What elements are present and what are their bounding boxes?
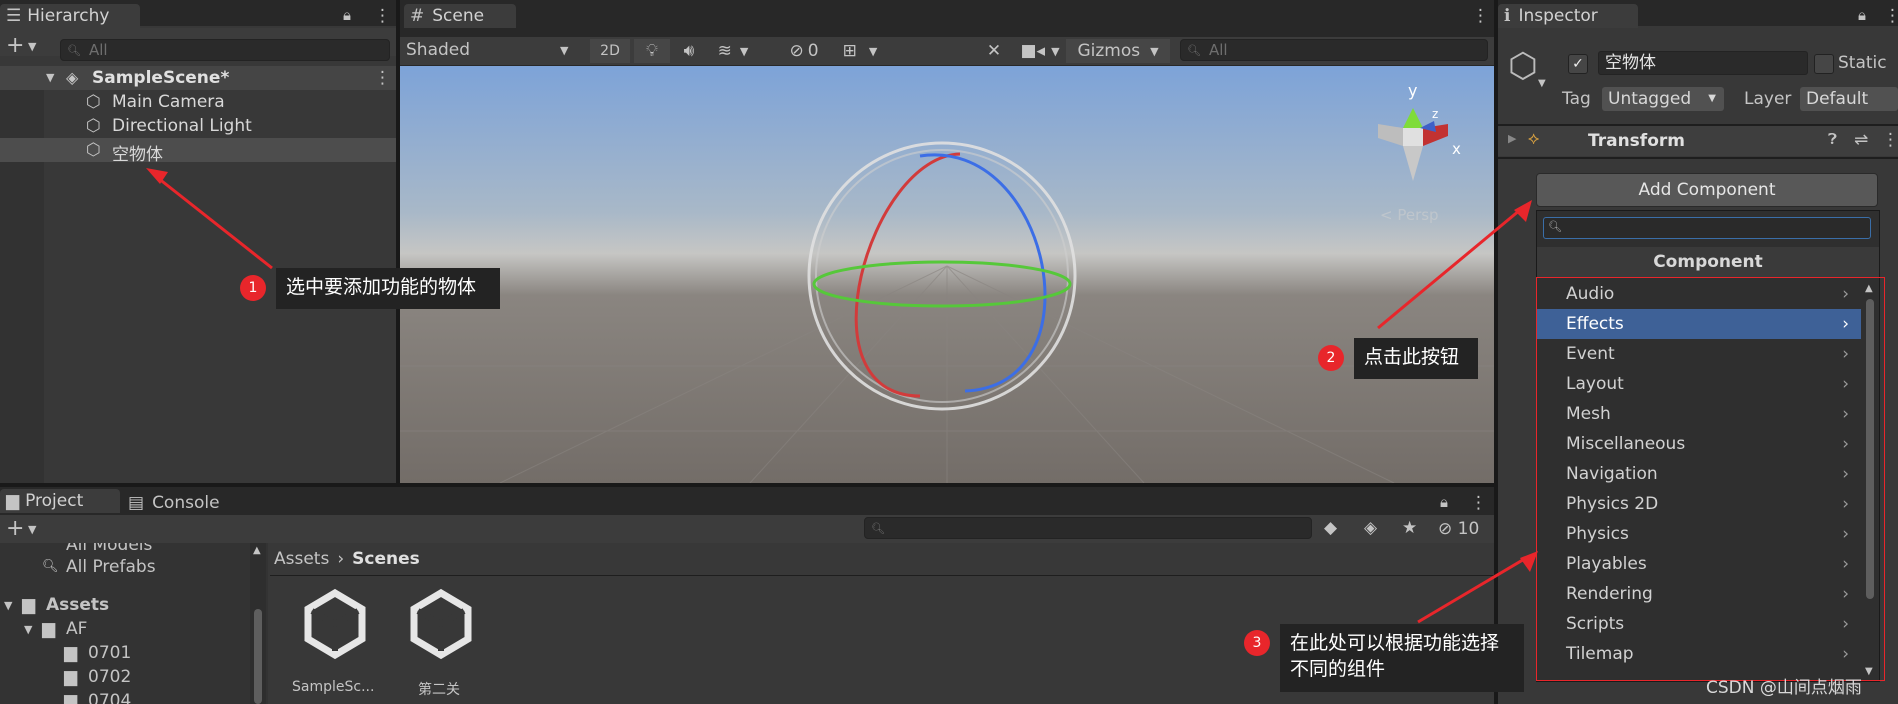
annotation-callout-3: 在此处可以根据功能选择 不同的组件 xyxy=(1280,624,1524,692)
watermark: CSDN @山间点烟雨 xyxy=(1706,678,1862,698)
annotation-badge-1: 1 xyxy=(240,275,266,301)
annotation-callout-1: 选中要添加功能的物体 xyxy=(276,268,500,309)
annotation-callout-3-line1: 在此处可以根据功能选择 xyxy=(1290,632,1500,654)
annotation-callout-2: 点击此按钮 xyxy=(1354,338,1478,379)
annotation-badge-2: 2 xyxy=(1318,345,1344,371)
annotation-callout-3-line2: 不同的组件 xyxy=(1290,658,1386,680)
annotation-arrows xyxy=(146,168,1538,624)
annotation-badge-3: 3 xyxy=(1244,630,1270,656)
